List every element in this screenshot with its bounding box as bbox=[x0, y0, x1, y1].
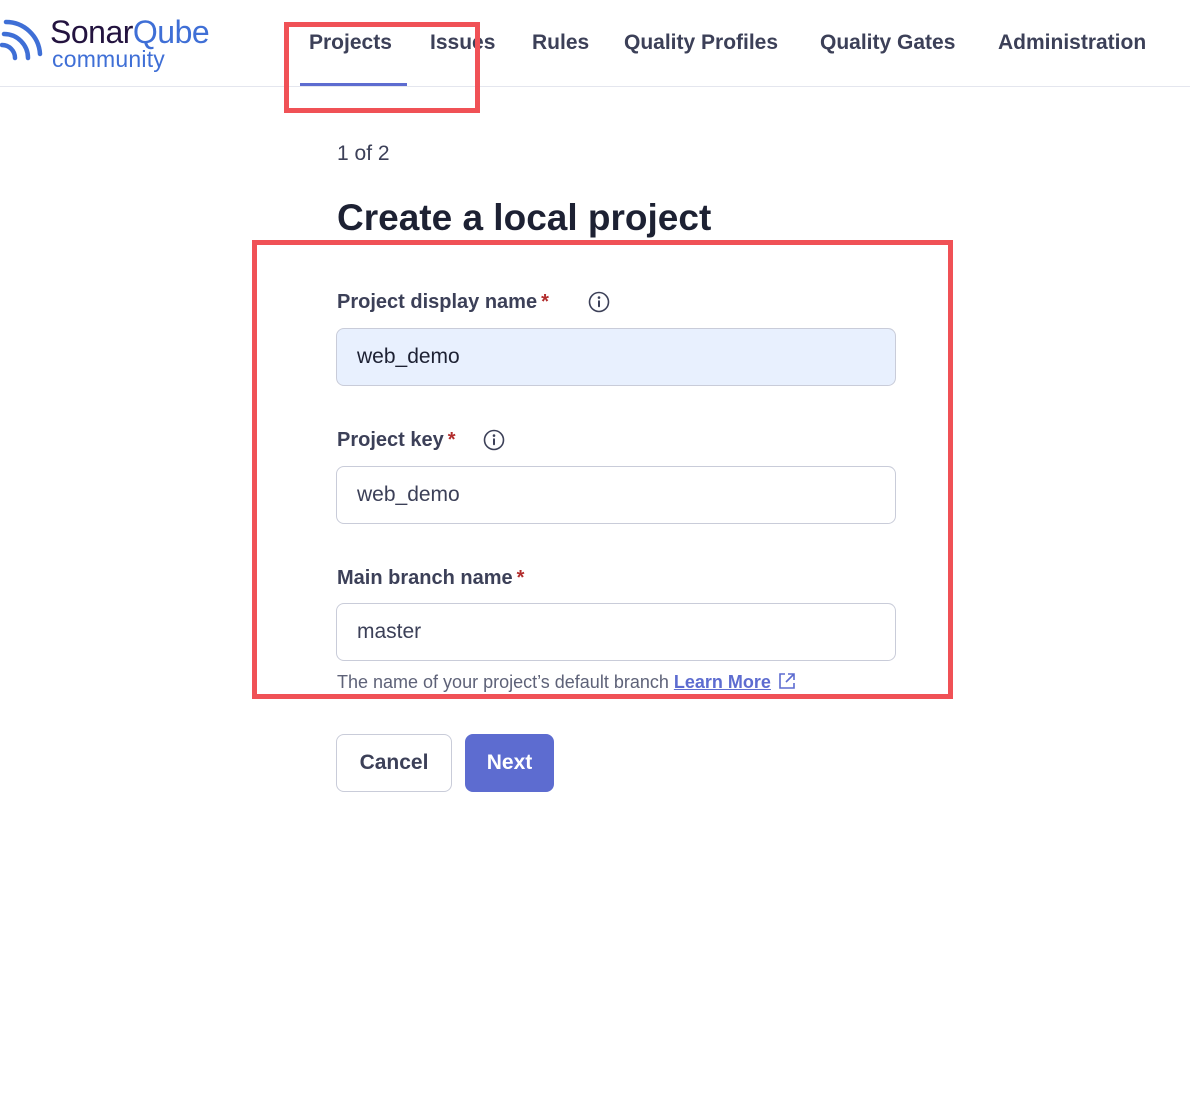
learn-more-link-text: Learn More bbox=[673, 672, 771, 692]
cancel-button[interactable]: Cancel bbox=[336, 734, 452, 792]
nav-projects[interactable]: Projects bbox=[309, 30, 392, 56]
nav-quality-profiles[interactable]: Quality Profiles bbox=[624, 30, 778, 56]
branch-helper-text: The name of your project’s default branc… bbox=[337, 671, 797, 693]
active-tab-indicator bbox=[300, 83, 407, 86]
sonar-waves-icon bbox=[0, 19, 43, 61]
logo-word-qube: Qube bbox=[132, 14, 210, 50]
project-display-name-input[interactable] bbox=[336, 328, 896, 386]
info-icon[interactable] bbox=[483, 429, 505, 451]
next-button[interactable]: Next bbox=[465, 734, 554, 792]
project-key-input[interactable] bbox=[336, 466, 896, 524]
main-branch-name-label-text: Main branch name bbox=[337, 567, 513, 589]
main-branch-name-label: Main branch name * bbox=[337, 566, 524, 590]
project-key-label-text: Project key bbox=[337, 429, 444, 451]
info-icon[interactable] bbox=[588, 291, 610, 313]
branch-helper-description: The name of your project’s default branc… bbox=[337, 672, 669, 692]
required-asterisk: * bbox=[447, 429, 456, 451]
main-branch-name-input[interactable] bbox=[336, 603, 896, 661]
logo-word-sonar: Sonar bbox=[50, 14, 133, 50]
nav-issues[interactable]: Issues bbox=[430, 30, 495, 56]
top-navigation-bar: SonarQube community Projects Issues Rule… bbox=[0, 0, 1190, 87]
learn-more-link[interactable]: Learn More bbox=[674, 672, 797, 692]
required-asterisk: * bbox=[516, 567, 525, 589]
page-title: Create a local project bbox=[337, 197, 712, 238]
nav-administration[interactable]: Administration bbox=[998, 30, 1146, 56]
nav-rules[interactable]: Rules bbox=[532, 30, 589, 56]
project-key-label: Project key * bbox=[337, 428, 456, 452]
logo-edition: community bbox=[52, 46, 165, 72]
logo-wordmark: SonarQube bbox=[50, 14, 210, 50]
sonarqube-logo[interactable]: SonarQube community bbox=[0, 12, 240, 74]
nav-quality-gates[interactable]: Quality Gates bbox=[820, 30, 955, 56]
project-display-name-label-text: Project display name bbox=[337, 291, 538, 313]
required-asterisk: * bbox=[541, 291, 549, 313]
external-link-icon bbox=[779, 673, 795, 689]
project-display-name-label: Project display name * bbox=[337, 290, 549, 314]
step-indicator: 1 of 2 bbox=[337, 142, 390, 165]
